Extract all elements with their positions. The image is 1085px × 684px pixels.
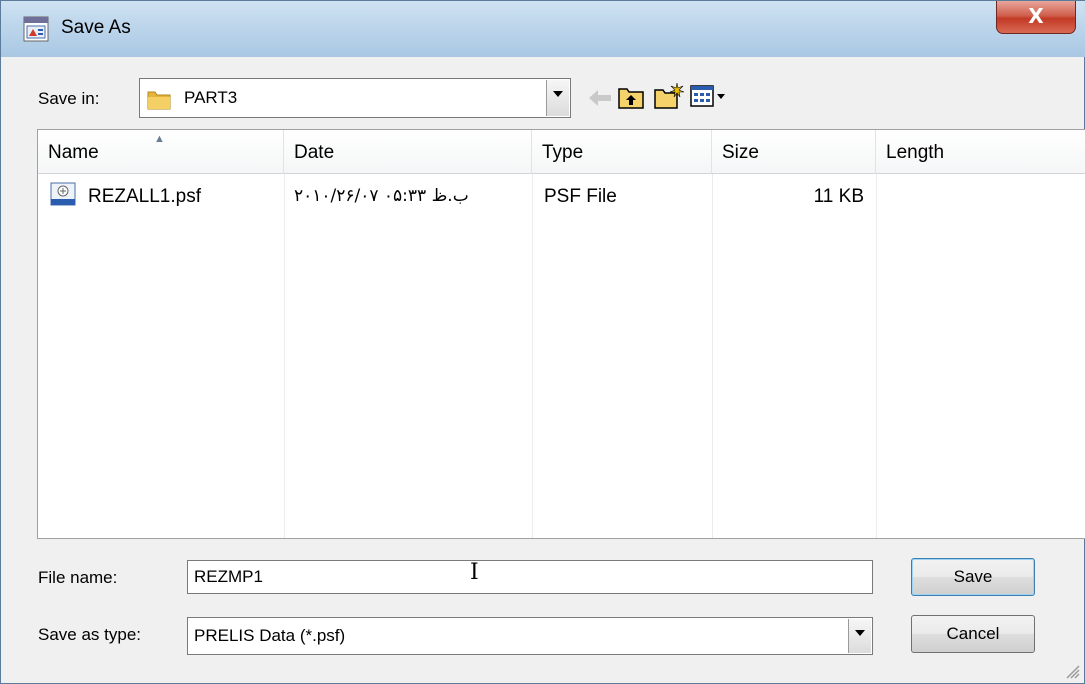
save-in-label: Save in: <box>38 89 100 108</box>
sort-ascending-icon: ▲ <box>154 133 165 145</box>
column-divider <box>532 174 533 538</box>
column-header-date[interactable]: Date <box>284 130 532 174</box>
text-cursor-icon: I <box>470 560 479 585</box>
file-name-value: REZMP1 <box>194 567 263 586</box>
column-header-length[interactable]: Length <box>876 130 1085 174</box>
file-size-cell: 11 KB <box>813 186 864 207</box>
column-header-size[interactable]: Size <box>712 130 876 174</box>
resize-grip-icon[interactable] <box>1062 661 1080 679</box>
column-header-name[interactable]: Name ▲ <box>38 130 284 174</box>
save-in-location: PART3 <box>184 88 238 107</box>
file-name-cell: REZALL1.psf <box>88 186 201 207</box>
close-icon: X <box>1028 4 1044 28</box>
save-in-dropdown-arrow[interactable] <box>546 80 569 116</box>
save-button[interactable]: Save <box>911 558 1035 596</box>
column-divider <box>284 174 285 538</box>
save-as-type-value: PRELIS Data (*.psf) <box>194 626 346 645</box>
column-header-type[interactable]: Type <box>532 130 712 174</box>
psf-file-icon <box>50 182 76 211</box>
cancel-button[interactable]: Cancel <box>911 615 1035 653</box>
file-name-input[interactable]: REZMP1 I <box>187 560 873 594</box>
save-as-type-label: Save as type: <box>38 625 142 644</box>
column-divider <box>876 174 877 538</box>
view-menu-icon[interactable] <box>689 83 735 114</box>
up-folder-icon[interactable] <box>617 83 645 116</box>
save-in-combo[interactable]: PART3 <box>139 78 571 118</box>
app-icon <box>23 16 49 42</box>
back-arrow-icon[interactable] <box>587 87 613 114</box>
close-button[interactable]: X <box>996 1 1076 34</box>
save-as-type-dropdown-arrow[interactable] <box>848 619 871 653</box>
new-folder-icon[interactable] <box>653 81 685 116</box>
folder-icon <box>146 86 172 117</box>
file-date-cell: ۲۰۱۰/۲۶/۰۷ ب.ظ ۰۵:۳۳ <box>294 186 469 206</box>
file-list[interactable]: Name ▲ Date Type Size Length REZALL1.psf… <box>37 129 1085 539</box>
file-type-cell: PSF File <box>544 186 617 207</box>
window-title: Save As <box>61 17 131 38</box>
title-bar[interactable]: Save As X <box>1 1 1085 57</box>
save-as-type-combo[interactable]: PRELIS Data (*.psf) <box>187 617 873 655</box>
save-as-dialog: Save As X Save in: PART3 Name ▲ Date Typ… <box>0 0 1085 684</box>
column-divider <box>712 174 713 538</box>
file-name-label: File name: <box>38 568 118 587</box>
